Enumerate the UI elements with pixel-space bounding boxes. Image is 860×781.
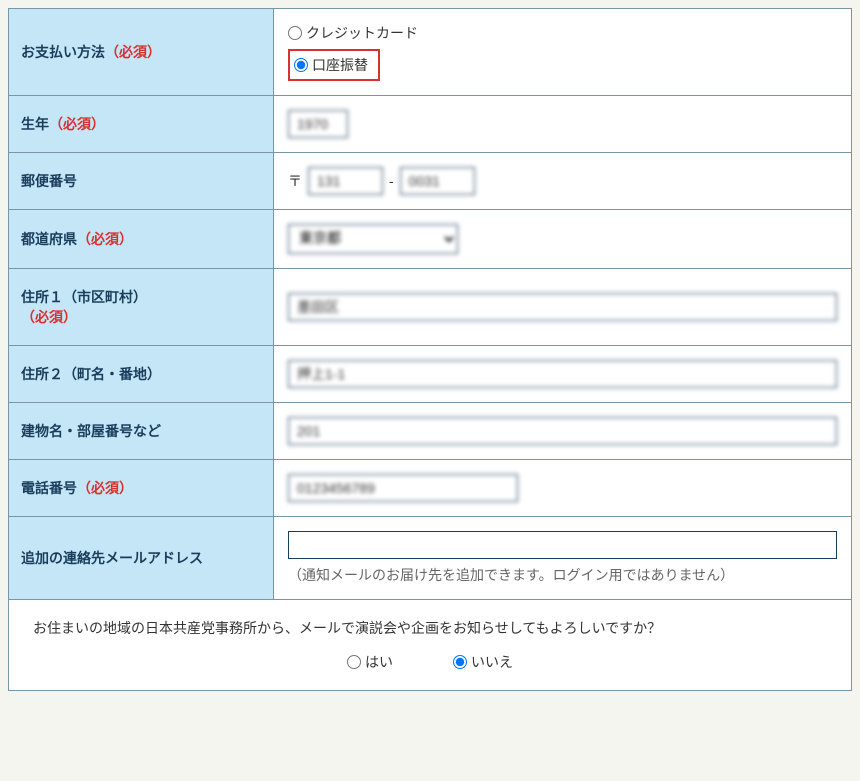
payment-credit-option[interactable]: クレジットカード (288, 23, 837, 43)
row-email: 追加の連絡先メールアドレス （通知メールのお届け先を追加できます。ログイン用では… (9, 517, 852, 600)
address2-input[interactable] (288, 360, 837, 388)
row-address2: 住所２（町名・番地） (9, 346, 852, 403)
prefecture-select[interactable]: 東京都 (288, 224, 458, 254)
row-birth-year: 生年（必須） (9, 96, 852, 153)
label-building: 建物名・部屋番号など (9, 403, 274, 460)
phone-input[interactable] (288, 474, 518, 502)
payment-bank-radio[interactable] (294, 58, 308, 72)
postal-prefix: 〒 (288, 171, 302, 191)
payment-credit-radio[interactable] (288, 26, 302, 40)
building-input[interactable] (288, 417, 837, 445)
contact-form-table: お支払い方法（必須） クレジットカード 口座振替 生年（必須） 郵便番 (8, 8, 852, 691)
consent-no-radio[interactable] (453, 655, 467, 669)
row-prefecture: 都道府県（必須） 東京都 (9, 210, 852, 269)
consent-yes-radio[interactable] (347, 655, 361, 669)
row-postal-code: 郵便番号 〒 - (9, 153, 852, 210)
row-address1: 住所１（市区町村）（必須） (9, 269, 852, 346)
row-building: 建物名・部屋番号など (9, 403, 852, 460)
birth-year-input[interactable] (288, 110, 348, 138)
postal-input-2[interactable] (400, 167, 475, 195)
consent-yes-option[interactable]: はい (347, 652, 393, 672)
row-payment-method: お支払い方法（必須） クレジットカード 口座振替 (9, 9, 852, 96)
payment-bank-option[interactable]: 口座振替 (288, 49, 380, 81)
label-postal-code: 郵便番号 (9, 153, 274, 210)
postal-input-1[interactable] (308, 167, 383, 195)
postal-separator: - (389, 173, 394, 189)
row-contact-consent: お住まいの地域の日本共産党事務所から、メールで演説会や企画をお知らせしてもよろし… (9, 600, 852, 691)
label-birth-year: 生年（必須） (9, 96, 274, 153)
consent-question: お住まいの地域の日本共産党事務所から、メールで演説会や企画をお知らせしてもよろし… (33, 618, 827, 638)
consent-no-option[interactable]: いいえ (453, 652, 513, 672)
row-phone: 電話番号（必須） (9, 460, 852, 517)
label-prefecture: 都道府県（必須） (9, 210, 274, 269)
label-phone: 電話番号（必須） (9, 460, 274, 517)
label-address1: 住所１（市区町村）（必須） (9, 269, 274, 346)
label-address2: 住所２（町名・番地） (9, 346, 274, 403)
label-email: 追加の連絡先メールアドレス (9, 517, 274, 600)
address1-input[interactable] (288, 293, 837, 321)
email-input[interactable] (288, 531, 837, 559)
label-payment-method: お支払い方法（必須） (9, 9, 274, 96)
email-note: （通知メールのお届け先を追加できます。ログイン用ではありません） (288, 565, 837, 585)
